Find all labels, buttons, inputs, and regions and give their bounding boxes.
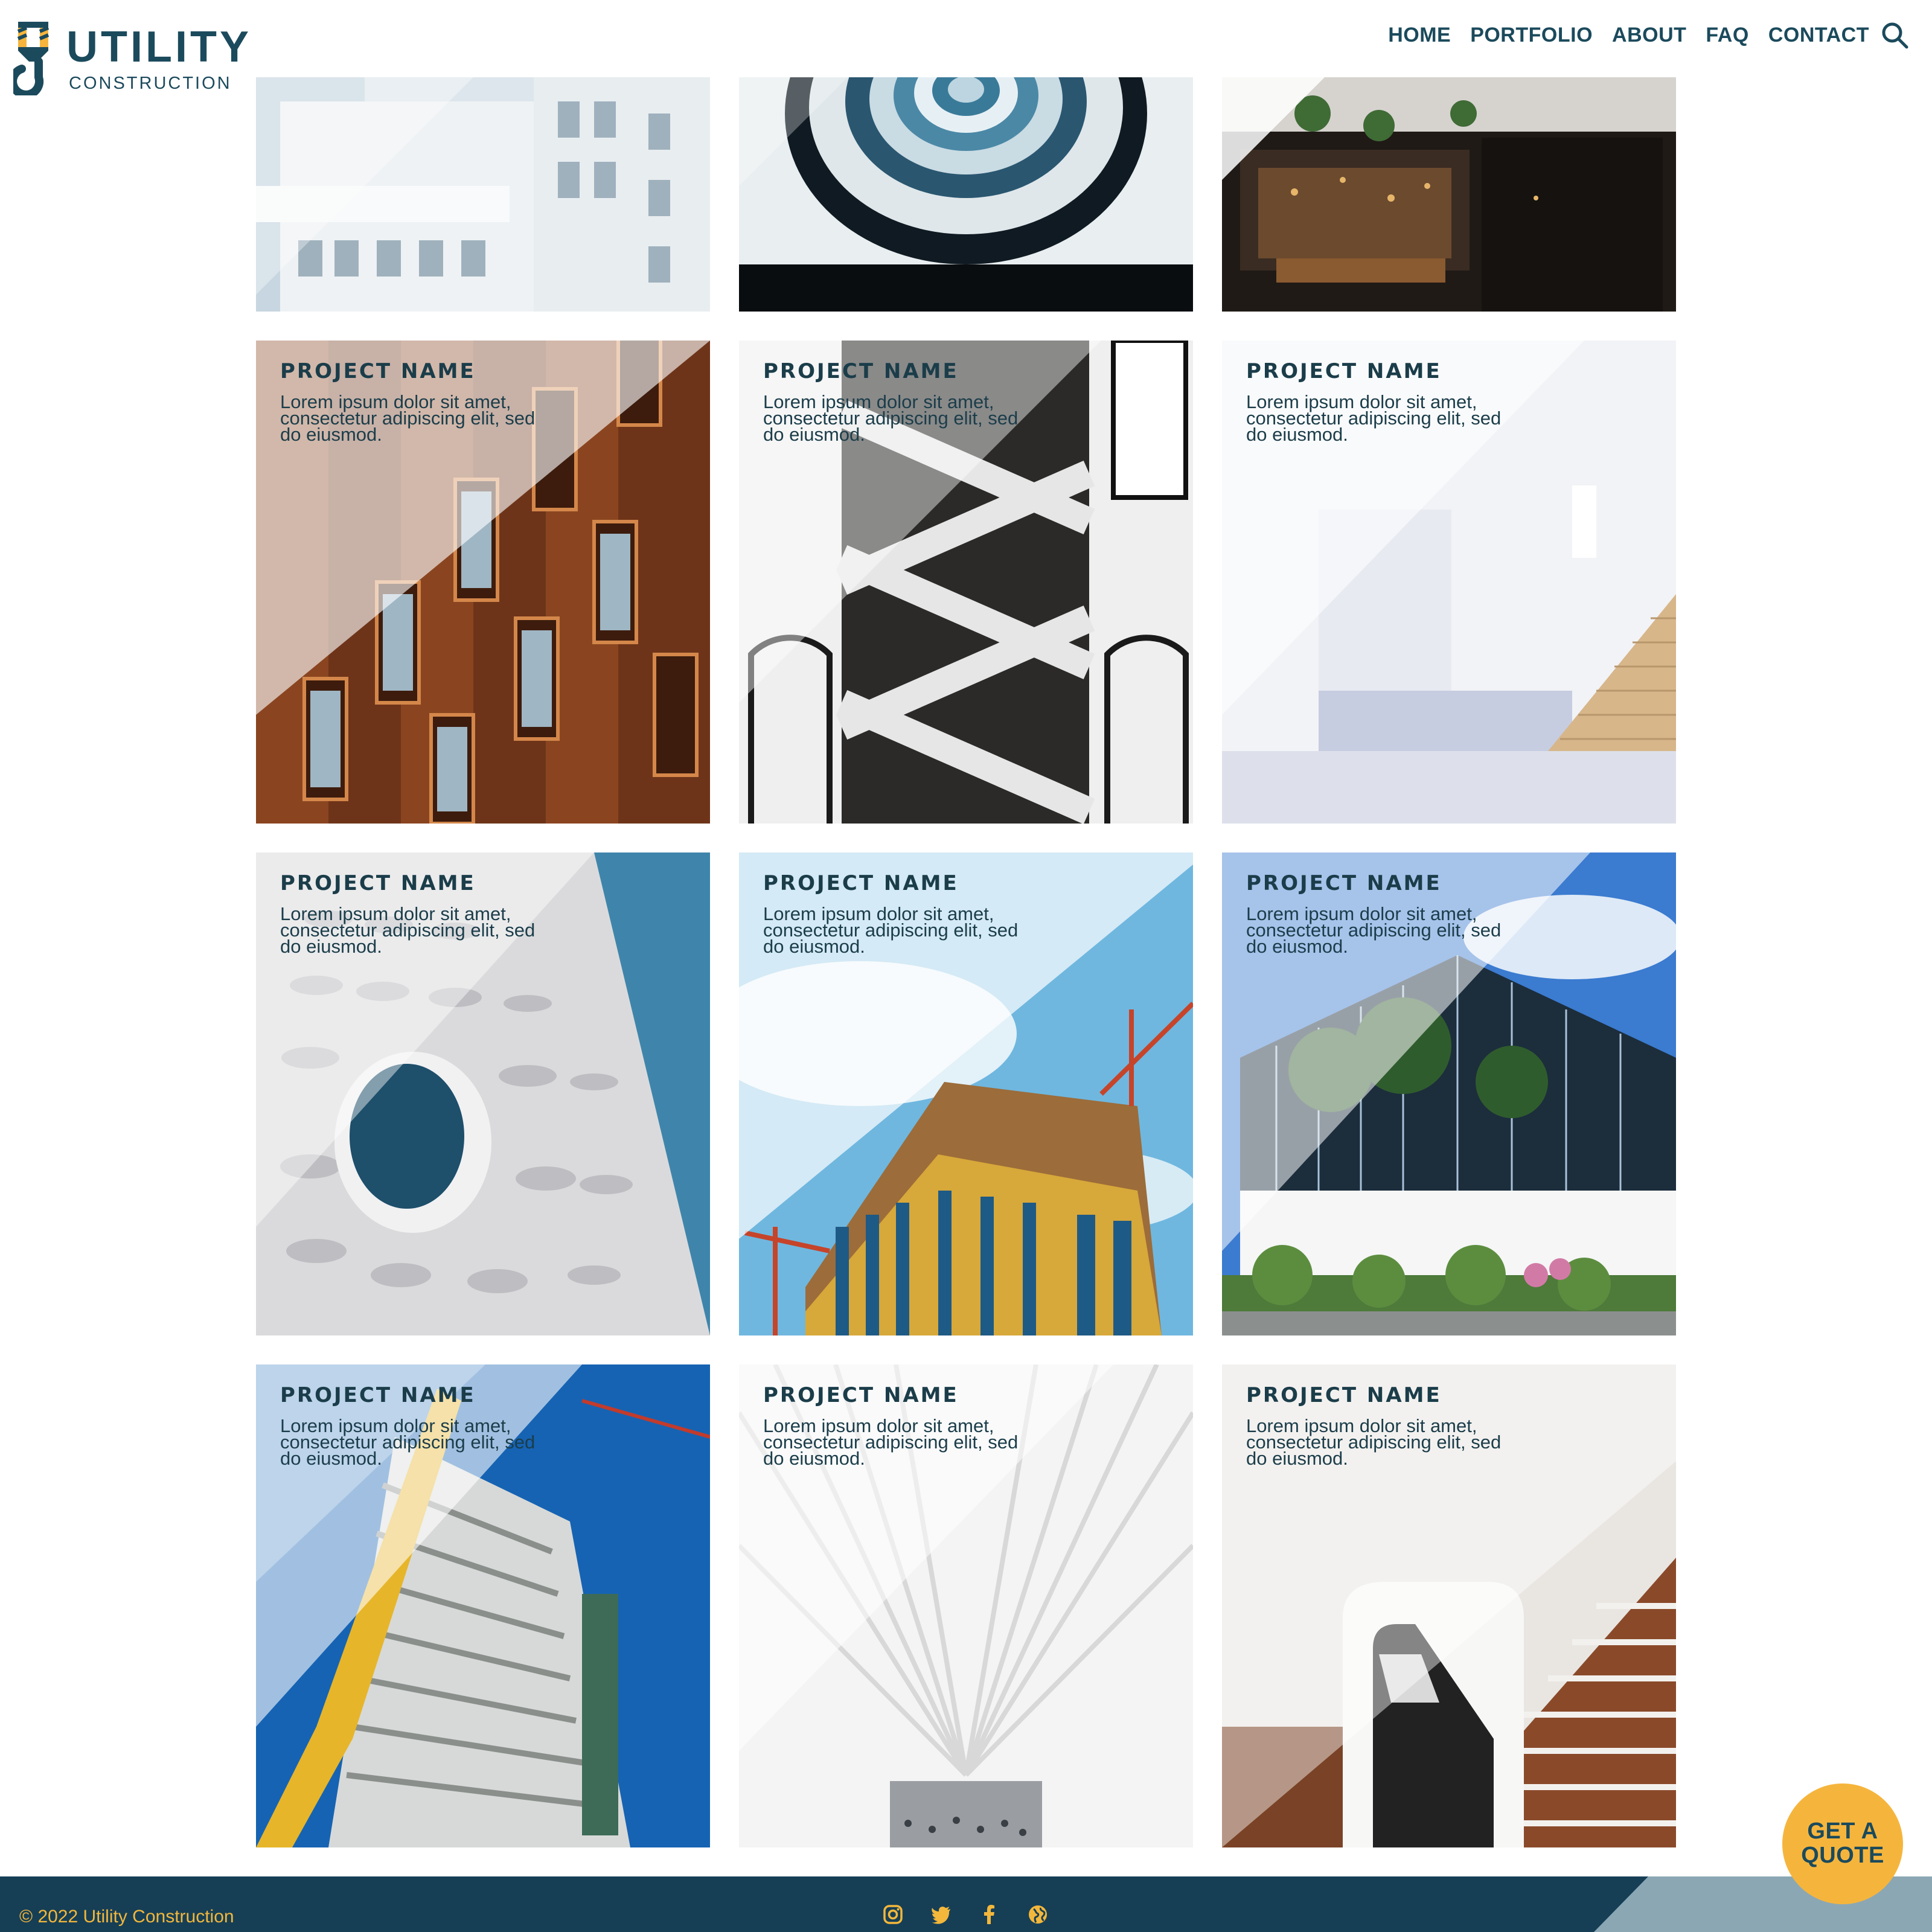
project-caption: PROJECT NAME Lorem ipsum dolor sit amet,… — [1246, 871, 1608, 957]
crane-hook-logo-icon — [13, 22, 50, 95]
project-name: PROJECT NAME — [280, 871, 476, 895]
nav-portfolio[interactable]: PORTFOLIO — [1470, 24, 1593, 47]
project-name: PROJECT NAME — [763, 871, 959, 895]
project-caption: PROJECT NAME Lorem ipsum dolor sit amet,… — [1246, 359, 1608, 445]
get-a-quote-button[interactable]: GET A QUOTE — [1782, 1783, 1903, 1904]
project-caption: PROJECT NAME Lorem ipsum dolor sit amet,… — [1246, 1383, 1608, 1469]
project-description: Lorem ipsum dolor sit amet, consectetur … — [1246, 391, 1502, 445]
project-description: Lorem ipsum dolor sit amet, consectetur … — [763, 903, 1019, 957]
nav-faq[interactable]: FAQ — [1706, 24, 1748, 47]
project-description: Lorem ipsum dolor sit amet, consectetur … — [1246, 903, 1502, 957]
facebook-icon[interactable] — [979, 1904, 1000, 1925]
nav-home[interactable]: HOME — [1388, 24, 1451, 47]
project-name: PROJECT NAME — [1246, 1383, 1442, 1407]
project-tile-2[interactable]: PROJECT NAME Lorem ipsum dolor sit amet,… — [739, 341, 1193, 824]
diagonal-overlay — [1222, 77, 1325, 180]
project-caption: PROJECT NAME Lorem ipsum dolor sit amet,… — [280, 359, 642, 445]
quote-button-line-1: GET A — [1807, 1818, 1878, 1844]
diagonal-overlay — [256, 77, 473, 295]
project-tile-7[interactable]: PROJECT NAME Lorem ipsum dolor sit amet,… — [256, 1364, 710, 1847]
project-tile-5[interactable]: PROJECT NAME Lorem ipsum dolor sit amet,… — [739, 852, 1193, 1335]
project-caption: PROJECT NAME Lorem ipsum dolor sit amet,… — [763, 359, 1125, 445]
project-name: PROJECT NAME — [1246, 871, 1442, 895]
project-name: PROJECT NAME — [1246, 359, 1442, 383]
project-tile-1[interactable]: PROJECT NAME Lorem ipsum dolor sit amet,… — [256, 341, 710, 824]
quote-button-line-2: QUOTE — [1801, 1843, 1884, 1868]
project-name: PROJECT NAME — [763, 1383, 959, 1407]
social-links — [883, 1904, 1048, 1925]
diagonal-overlay — [739, 77, 848, 186]
project-description: Lorem ipsum dolor sit amet, consectetur … — [280, 903, 536, 957]
brand-subtitle: CONSTRUCTION — [69, 74, 232, 93]
project-caption: PROJECT NAME Lorem ipsum dolor sit amet,… — [763, 1383, 1125, 1469]
project-description: Lorem ipsum dolor sit amet, consectetur … — [763, 1415, 1019, 1469]
project-caption: PROJECT NAME Lorem ipsum dolor sit amet,… — [280, 871, 642, 957]
main-navigation: HOME PORTFOLIO ABOUT FAQ CONTACT — [1388, 21, 1909, 50]
instagram-icon[interactable] — [883, 1904, 903, 1925]
project-caption: PROJECT NAME Lorem ipsum dolor sit amet,… — [280, 1383, 642, 1469]
brand-title: UTILITY — [66, 23, 252, 71]
project-tile-3[interactable]: PROJECT NAME Lorem ipsum dolor sit amet,… — [1222, 341, 1676, 824]
project-tile-top-3[interactable] — [1222, 77, 1676, 312]
project-tile-top-2[interactable] — [739, 77, 1193, 312]
search-icon[interactable] — [1880, 21, 1909, 50]
project-description: Lorem ipsum dolor sit amet, consectetur … — [280, 1415, 536, 1469]
project-description: Lorem ipsum dolor sit amet, consectetur … — [763, 391, 1019, 445]
twitter-icon[interactable] — [931, 1904, 952, 1925]
project-name: PROJECT NAME — [280, 359, 476, 383]
project-tile-4[interactable]: PROJECT NAME Lorem ipsum dolor sit amet,… — [256, 852, 710, 1335]
project-tile-top-1[interactable] — [256, 77, 710, 312]
project-name: PROJECT NAME — [763, 359, 959, 383]
project-name: PROJECT NAME — [280, 1383, 476, 1407]
footer-copyright: © 2022 Utility Construction — [19, 1907, 234, 1927]
project-caption: PROJECT NAME Lorem ipsum dolor sit amet,… — [763, 871, 1125, 957]
project-tile-9[interactable]: PROJECT NAME Lorem ipsum dolor sit amet,… — [1222, 1364, 1676, 1847]
nav-contact[interactable]: CONTACT — [1768, 24, 1869, 47]
project-description: Lorem ipsum dolor sit amet, consectetur … — [1246, 1415, 1502, 1469]
brand-logo[interactable]: UTILITY CONSTRUCTION — [13, 19, 249, 95]
nav-about[interactable]: ABOUT — [1612, 24, 1686, 47]
project-tile-8[interactable]: PROJECT NAME Lorem ipsum dolor sit amet,… — [739, 1364, 1193, 1847]
project-description: Lorem ipsum dolor sit amet, consectetur … — [280, 391, 536, 445]
project-tile-6[interactable]: PROJECT NAME Lorem ipsum dolor sit amet,… — [1222, 852, 1676, 1335]
globe-icon[interactable] — [1028, 1904, 1048, 1925]
